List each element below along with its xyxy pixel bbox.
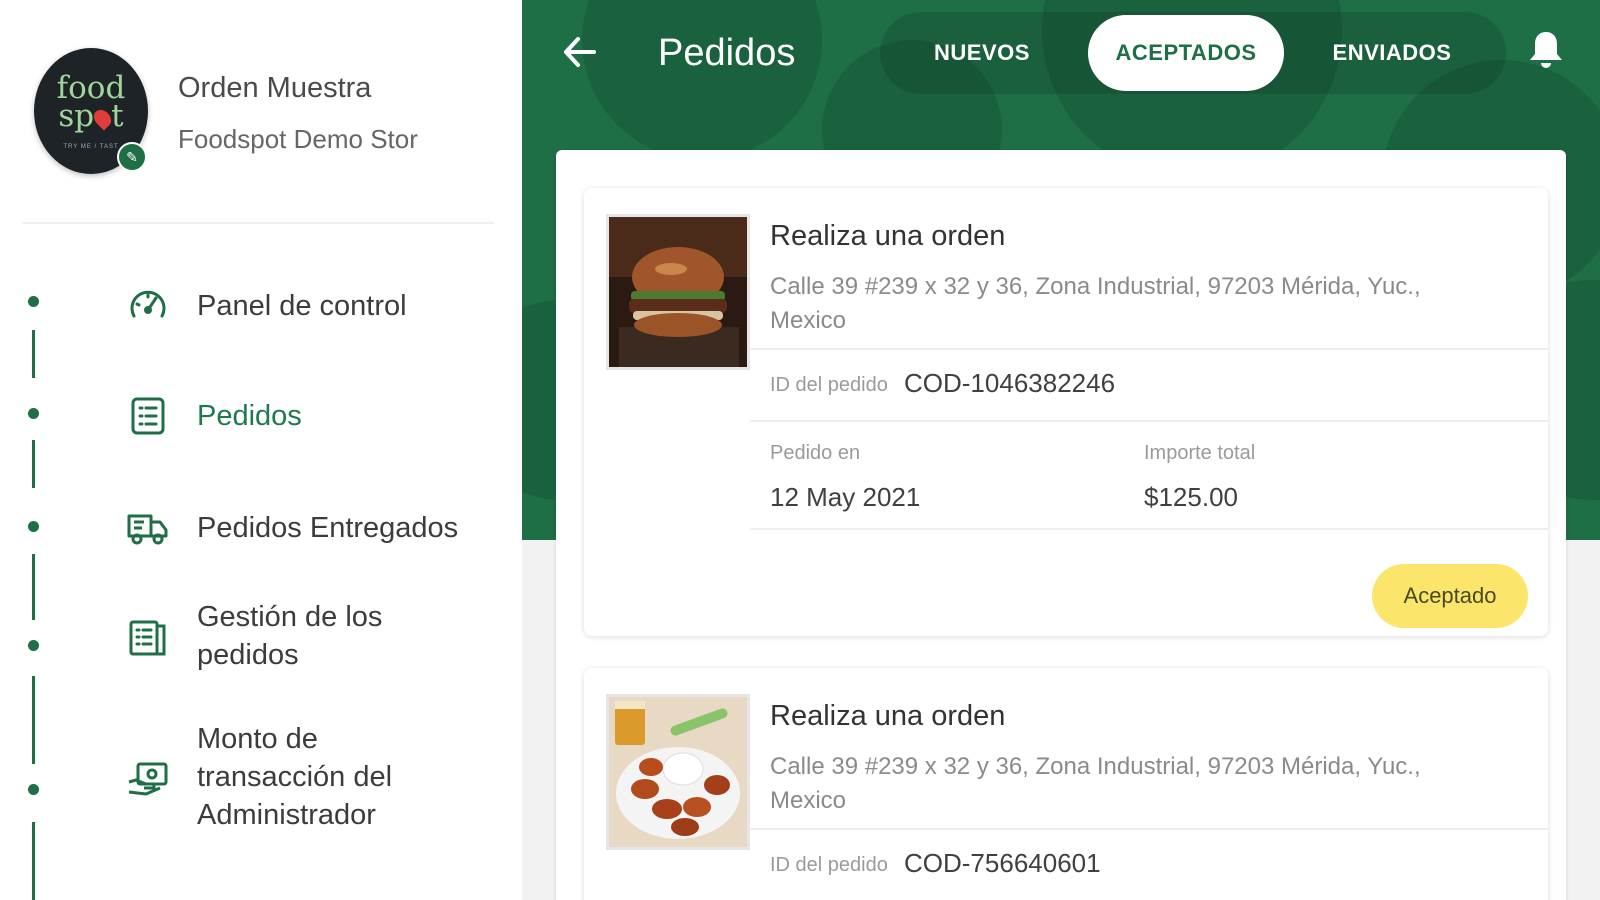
order-address: Calle 39 #239 x 32 y 36, Zona Industrial… <box>770 753 1421 814</box>
sidebar-item-label-line: pedidos <box>197 639 299 671</box>
order-management-icon <box>126 616 170 660</box>
order-total-label: Importe total <box>1144 442 1256 464</box>
page-title: Pedidos <box>658 32 796 74</box>
bell-icon <box>1530 32 1562 68</box>
status-badge[interactable]: Aceptado <box>1372 564 1528 628</box>
sidebar-item-label: Panel de control <box>197 290 407 322</box>
tab-enviados[interactable]: ENVIADOS <box>1290 15 1494 91</box>
status-tabs: NUEVOS ACEPTADOS ENVIADOS <box>880 12 1506 94</box>
sidebar-item-label-line: Gestión de los <box>197 601 383 633</box>
app-root: food sp t TRY ME / TAST ✎ Orden Muestra F… <box>0 0 1600 900</box>
arrow-left-icon <box>564 37 596 67</box>
divider <box>750 528 1548 530</box>
order-card[interactable]: Realiza una orden Calle 39 #239 x 32 y 3… <box>584 188 1548 636</box>
sidebar-item-pedidos-entregados[interactable]: Pedidos Entregados <box>0 498 522 558</box>
order-title: Realiza una orden <box>770 700 1006 732</box>
delivery-truck-icon <box>126 506 170 550</box>
order-date-value: 12 May 2021 <box>770 482 921 512</box>
sidebar-item-label: Pedidos Entregados <box>197 512 459 544</box>
order-card[interactable]: Realiza una orden Calle 39 #239 x 32 y 3… <box>584 668 1548 900</box>
logo-line-2: sp t <box>58 98 124 134</box>
sidebar-item-label: Pedidos <box>197 400 302 432</box>
timeline-segment <box>32 330 35 378</box>
divider <box>750 828 1548 830</box>
main-content: Pedidos NUEVOS ACEPTADOS ENVIADOS Realiz… <box>522 0 1600 900</box>
store-subtitle: Foodspot Demo Stor <box>178 124 418 154</box>
order-id-label: ID del pedido <box>770 854 888 876</box>
tab-nuevos[interactable]: NUEVOS <box>880 15 1084 91</box>
sidebar-item-monto-de-transaccion[interactable]: Monto de transacción del Administrador <box>0 718 522 844</box>
tab-aceptados[interactable]: ACEPTADOS <box>1088 15 1284 91</box>
order-address: Calle 39 #239 x 32 y 36, Zona Industrial… <box>770 273 1421 334</box>
sidebar-item-label-line: Administrador <box>197 799 376 831</box>
order-id-value: COD-1046382246 <box>904 368 1116 398</box>
background-decoration <box>582 0 822 160</box>
back-button[interactable] <box>558 30 602 74</box>
money-transfer-icon <box>126 756 170 800</box>
store-profile: food sp t TRY ME / TAST ✎ Orden Muestra F… <box>0 0 522 224</box>
order-title: Realiza una orden <box>770 220 1006 252</box>
timeline-segment <box>32 440 35 488</box>
sidebar-item-gestion-de-los-pedidos[interactable]: Gestión de los pedidos <box>0 596 522 682</box>
sidebar-item-pedidos[interactable]: Pedidos <box>0 386 522 446</box>
chicken-wings-photo <box>609 697 747 847</box>
order-date-label: Pedido en <box>770 442 861 464</box>
sidebar: food sp t TRY ME / TAST ✎ Orden Muestra F… <box>0 0 522 900</box>
divider <box>750 420 1548 422</box>
order-image <box>606 214 750 370</box>
speedometer-icon <box>126 284 170 328</box>
sidebar-item-panel-de-control[interactable]: Panel de control <box>0 276 522 336</box>
store-title: Orden Muestra <box>178 72 372 104</box>
sidebar-item-label-line: transacción del <box>197 761 393 793</box>
order-image <box>606 694 750 850</box>
order-total-value: $125.00 <box>1144 482 1238 512</box>
pencil-icon: ✎ <box>126 149 138 165</box>
order-id-value: COD-756640601 <box>904 848 1101 878</box>
divider <box>22 222 494 224</box>
list-icon <box>126 394 170 438</box>
orders-panel: Realiza una orden Calle 39 #239 x 32 y 3… <box>556 150 1566 900</box>
notifications-button[interactable] <box>1526 28 1566 72</box>
sidebar-item-label-line: Monto de <box>197 723 318 755</box>
order-id-label: ID del pedido <box>770 374 888 396</box>
edit-profile-button[interactable]: ✎ <box>117 142 147 172</box>
divider <box>750 348 1548 350</box>
burger-photo <box>609 217 747 367</box>
